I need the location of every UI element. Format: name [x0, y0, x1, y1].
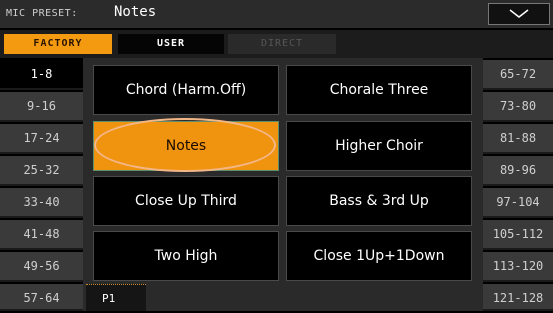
preset-dropdown-button[interactable]: [488, 3, 550, 25]
preset-button[interactable]: Higher Choir: [286, 121, 472, 171]
page-button-1-8[interactable]: 1-8: [0, 60, 83, 90]
page-button-49-56[interactable]: 49-56: [0, 252, 83, 282]
preset-label: Close 1Up+1Down: [313, 248, 445, 264]
preset-label: Bass & 3rd Up: [329, 193, 429, 209]
page-button-25-32[interactable]: 25-32: [0, 156, 83, 186]
preset-button[interactable]: Bass & 3rd Up: [286, 176, 472, 226]
page-button-97-104[interactable]: 97-104: [483, 188, 553, 218]
page-button-57-64[interactable]: 57-64: [0, 284, 83, 311]
page-button-9-16[interactable]: 9-16: [0, 92, 83, 122]
preset-button-selected[interactable]: Notes: [93, 118, 279, 172]
preset-button[interactable]: Close Up Third: [93, 176, 279, 226]
page-indicator-tab[interactable]: P1: [86, 284, 146, 311]
preset-label: Chorale Three: [329, 82, 429, 98]
preset-label: Two High: [154, 248, 218, 264]
preset-button[interactable]: Chorale Three: [286, 65, 472, 115]
tab-user[interactable]: USER: [118, 34, 224, 54]
page-button-89-96[interactable]: 89-96: [483, 156, 553, 186]
current-preset-name: Notes: [114, 4, 157, 20]
page-button-17-24[interactable]: 17-24: [0, 124, 83, 154]
preset-label: Notes: [165, 138, 207, 154]
header-bar: [0, 0, 553, 29]
page-button-105-112[interactable]: 105-112: [483, 220, 553, 250]
page-button-81-88[interactable]: 81-88: [483, 124, 553, 154]
preset-label: Higher Choir: [335, 138, 423, 154]
chevron-down-icon: [509, 9, 529, 18]
preset-button[interactable]: Close 1Up+1Down: [286, 231, 472, 281]
page-button-65-72[interactable]: 65-72: [483, 60, 553, 90]
preset-button[interactable]: Two High: [93, 231, 279, 281]
preset-button[interactable]: Chord (Harm.Off): [93, 65, 279, 115]
page-button-121-128[interactable]: 121-128: [483, 284, 553, 311]
tab-direct: DIRECT: [228, 34, 336, 54]
tab-factory[interactable]: FACTORY: [4, 34, 112, 54]
page-button-41-48[interactable]: 41-48: [0, 220, 83, 250]
header-label: MIC PRESET:: [6, 8, 78, 19]
page-button-73-80[interactable]: 73-80: [483, 92, 553, 122]
preset-label: Chord (Harm.Off): [125, 82, 247, 98]
page-button-113-120[interactable]: 113-120: [483, 252, 553, 282]
preset-label: Close Up Third: [135, 193, 237, 209]
page-button-33-40[interactable]: 33-40: [0, 188, 83, 218]
